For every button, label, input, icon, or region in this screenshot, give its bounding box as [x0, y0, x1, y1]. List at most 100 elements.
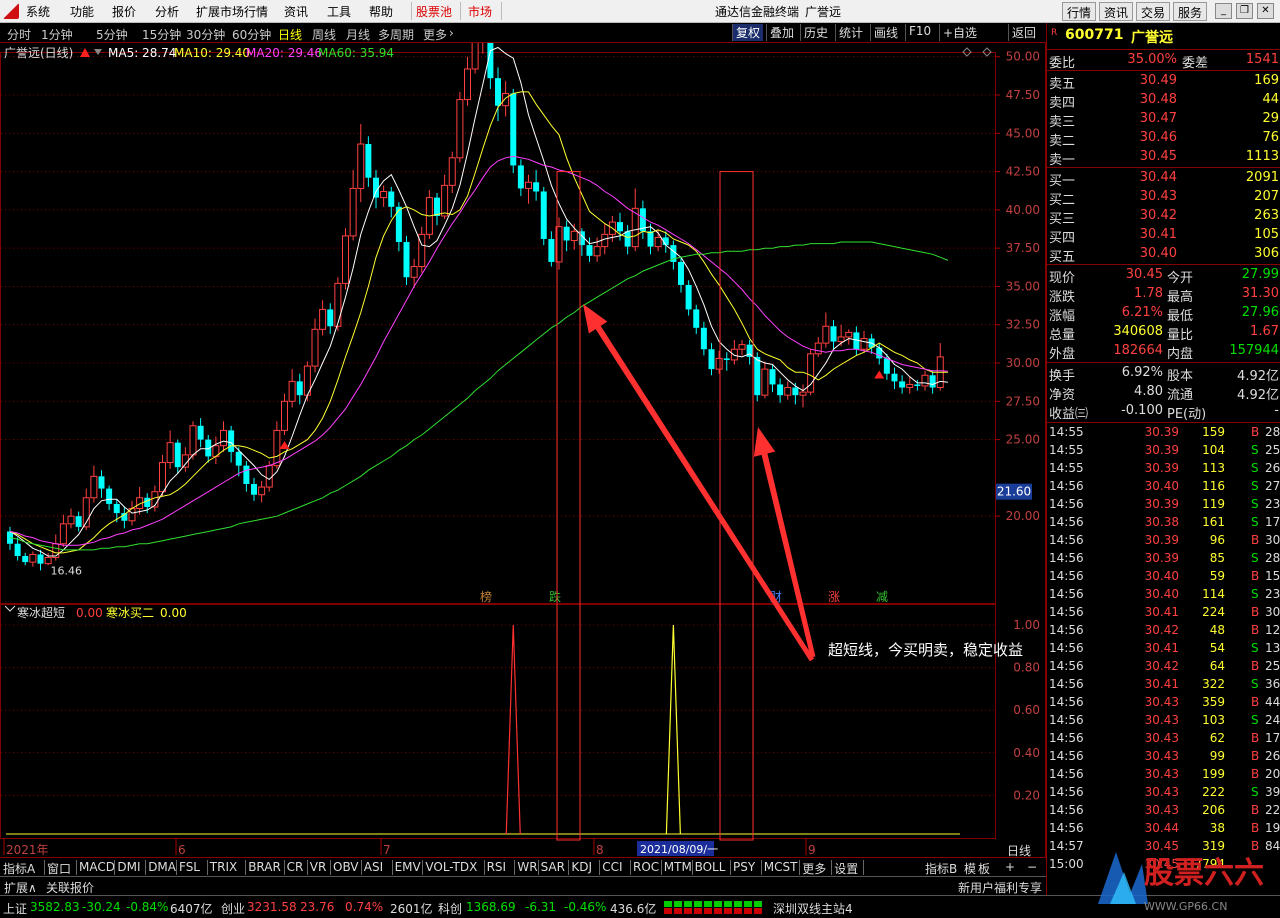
indicator-tab-14[interactable]: RSI	[487, 860, 507, 874]
indicator-tab-11[interactable]: ASI	[364, 860, 383, 874]
tick-row[interactable]: 14:56 30.38 161 S 17	[1047, 514, 1280, 532]
top-btn-market[interactable]: 行情	[1062, 2, 1097, 21]
tick-row[interactable]: 14:55 30.39 113 S 26	[1047, 460, 1280, 478]
top-btn-news[interactable]: 资讯	[1099, 2, 1134, 21]
stat2-row-1[interactable]: 净资 4.80 流通 4.92亿	[1047, 383, 1280, 403]
kline-chart[interactable]: 54.0416.46榜跌财涨减 50.0047.5045.0042.5040.0…	[0, 43, 1046, 857]
chevron-right-icon[interactable]: ›	[449, 26, 454, 40]
tick-row[interactable]: 14:55 30.39 159 B 28	[1047, 424, 1280, 442]
indicator-tab-13[interactable]: VOL-TDX	[425, 860, 477, 874]
top-btn-service[interactable]: 服务	[1173, 2, 1208, 21]
tick-row[interactable]: 14:56 30.42 64 B 25	[1047, 658, 1280, 676]
ask-row-1[interactable]: 卖一 30.45 1113	[1047, 148, 1280, 168]
indicator-tab-3[interactable]: DMI	[117, 860, 140, 874]
stat-row-2[interactable]: 涨幅 6.21% 最低 27.96	[1047, 304, 1280, 324]
indicator-tab-25[interactable]: 设置	[834, 860, 858, 877]
indicator-tab-24[interactable]: 更多	[802, 860, 826, 877]
indicator-tab-12[interactable]: EMV	[395, 860, 421, 874]
tick-row[interactable]: 14:56 30.39 85 S 28	[1047, 550, 1280, 568]
btn-f10[interactable]: F10	[905, 24, 934, 41]
tick-row[interactable]: 14:56 30.41 322 S 36	[1047, 676, 1280, 694]
tick-row[interactable]: 14:56 30.40 114 S 23	[1047, 586, 1280, 604]
restore-icon[interactable]: ❐	[1236, 3, 1253, 19]
menu-function[interactable]: 功能	[70, 3, 94, 20]
indicator-tab-2[interactable]: MACD	[79, 860, 115, 874]
indicator-tab-21[interactable]: BOLL	[695, 860, 726, 874]
ask-row-5[interactable]: 卖五 30.49 169	[1047, 72, 1280, 92]
tick-row[interactable]: 14:56 30.40 59 B 15	[1047, 568, 1280, 586]
tick-row[interactable]: 14:56 30.43 359 B 44	[1047, 694, 1280, 712]
tick-row[interactable]: 14:56 30.43 103 S 24	[1047, 712, 1280, 730]
bid-row-4[interactable]: 买四 30.41 105	[1047, 226, 1280, 246]
period-1min[interactable]: 1分钟	[41, 26, 73, 43]
tick-row[interactable]: 14:56 30.43 62 B 17	[1047, 730, 1280, 748]
indicator-tab-17[interactable]: KDJ	[571, 860, 592, 874]
period-monthly[interactable]: 月线	[346, 26, 370, 43]
close-icon[interactable]: ✕	[1257, 3, 1274, 19]
indicator-tab-20[interactable]: MTM	[664, 860, 692, 874]
menu-tools[interactable]: 工具	[327, 3, 351, 20]
menu-stock-pool[interactable]: 股票池	[416, 3, 452, 20]
period-60min[interactable]: 60分钟	[232, 26, 271, 43]
stat-row-3[interactable]: 总量 340608 量比 1.67	[1047, 323, 1280, 343]
indicator-tab-9[interactable]: VR	[310, 860, 327, 874]
index-sh-name[interactable]: 上证	[3, 900, 27, 917]
ask-row-4[interactable]: 卖四 30.48 44	[1047, 91, 1280, 111]
bid-row-5[interactable]: 买五 30.40 306	[1047, 245, 1280, 265]
stat-row-1[interactable]: 涨跌 1.78 最高 31.30	[1047, 285, 1280, 305]
btn-back[interactable]: 返回	[1008, 24, 1039, 41]
indicator-tab-10[interactable]: OBV	[333, 860, 359, 874]
ask-row-3[interactable]: 卖三 30.47 29	[1047, 110, 1280, 130]
btn-history[interactable]: 历史	[800, 24, 831, 41]
indicator-right-tab-2[interactable]: 板	[978, 860, 990, 877]
indicator-tab-15[interactable]: WR	[517, 860, 537, 874]
tick-row[interactable]: 14:56 30.43 99 B 26	[1047, 748, 1280, 766]
bid-row-1[interactable]: 买一 30.44 2091	[1047, 169, 1280, 189]
indicator-right-tab-1[interactable]: 模	[964, 860, 976, 877]
menu-analysis[interactable]: 分析	[155, 3, 179, 20]
indicator-tab-19[interactable]: ROC	[633, 860, 659, 874]
zoom-out-icon[interactable]: −	[1027, 860, 1037, 874]
btn-add-favorite[interactable]: +自选	[939, 24, 980, 41]
period-weekly[interactable]: 周线	[312, 26, 336, 43]
tick-row[interactable]: 14:56 30.43 206 B 22	[1047, 802, 1280, 820]
indicator-tab-1[interactable]: 窗口	[47, 860, 71, 877]
zoom-in-icon[interactable]: +	[1005, 860, 1015, 874]
tick-row[interactable]: 14:56 30.40 116 S 27	[1047, 478, 1280, 496]
index-kc-name[interactable]: 科创	[438, 900, 462, 917]
indicator-tab-4[interactable]: DMA	[148, 860, 176, 874]
indicator-tab-6[interactable]: TRIX	[210, 860, 237, 874]
stat2-row-0[interactable]: 换手 6.92% 股本 4.92亿	[1047, 364, 1280, 384]
tick-row[interactable]: 14:56 30.42 48 B 12	[1047, 622, 1280, 640]
tick-row[interactable]: 14:56 30.41 54 S 13	[1047, 640, 1280, 658]
tick-row[interactable]: 14:56 30.43 199 B 20	[1047, 766, 1280, 784]
indicator-tab-16[interactable]: SAR	[541, 860, 565, 874]
new-user-promo-link[interactable]: 新用户福利专享	[958, 879, 1042, 896]
indicator-tab-0[interactable]: 指标A	[3, 860, 35, 877]
menu-ext-market[interactable]: 扩展市场行情	[196, 3, 268, 20]
bid-row-2[interactable]: 买二 30.43 207	[1047, 188, 1280, 208]
period-intraday[interactable]: 分时	[7, 26, 31, 43]
period-daily[interactable]: 日线	[278, 26, 302, 43]
period-more[interactable]: 更多	[423, 26, 447, 43]
period-15min[interactable]: 15分钟	[142, 26, 181, 43]
indicator-tab-5[interactable]: FSL	[179, 860, 200, 874]
indicator-tab-18[interactable]: CCI	[602, 860, 622, 874]
indicator-tab-8[interactable]: CR	[287, 860, 304, 874]
tick-row[interactable]: 14:56 30.41 224 B 30	[1047, 604, 1280, 622]
btn-overlay[interactable]: 叠加	[766, 24, 797, 41]
ext-toggle-button[interactable]: 扩展∧	[4, 879, 37, 896]
menu-system[interactable]: 系统	[26, 3, 50, 20]
tick-row[interactable]: 14:55 30.39 104 S 25	[1047, 442, 1280, 460]
index-cy-name[interactable]: 创业	[221, 900, 245, 917]
period-5min[interactable]: 5分钟	[96, 26, 128, 43]
menu-news[interactable]: 资讯	[284, 3, 308, 20]
menu-quote[interactable]: 报价	[112, 3, 136, 20]
indicator-tab-23[interactable]: MCST	[764, 860, 798, 874]
minimize-icon[interactable]: _	[1215, 3, 1232, 19]
menu-market[interactable]: 市场	[468, 3, 492, 20]
server-name[interactable]: 深圳双线主站4	[773, 900, 853, 917]
ask-row-2[interactable]: 卖二 30.46 76	[1047, 129, 1280, 149]
menu-help[interactable]: 帮助	[369, 3, 393, 20]
indicator-right-tab-0[interactable]: 指标B	[925, 860, 957, 877]
